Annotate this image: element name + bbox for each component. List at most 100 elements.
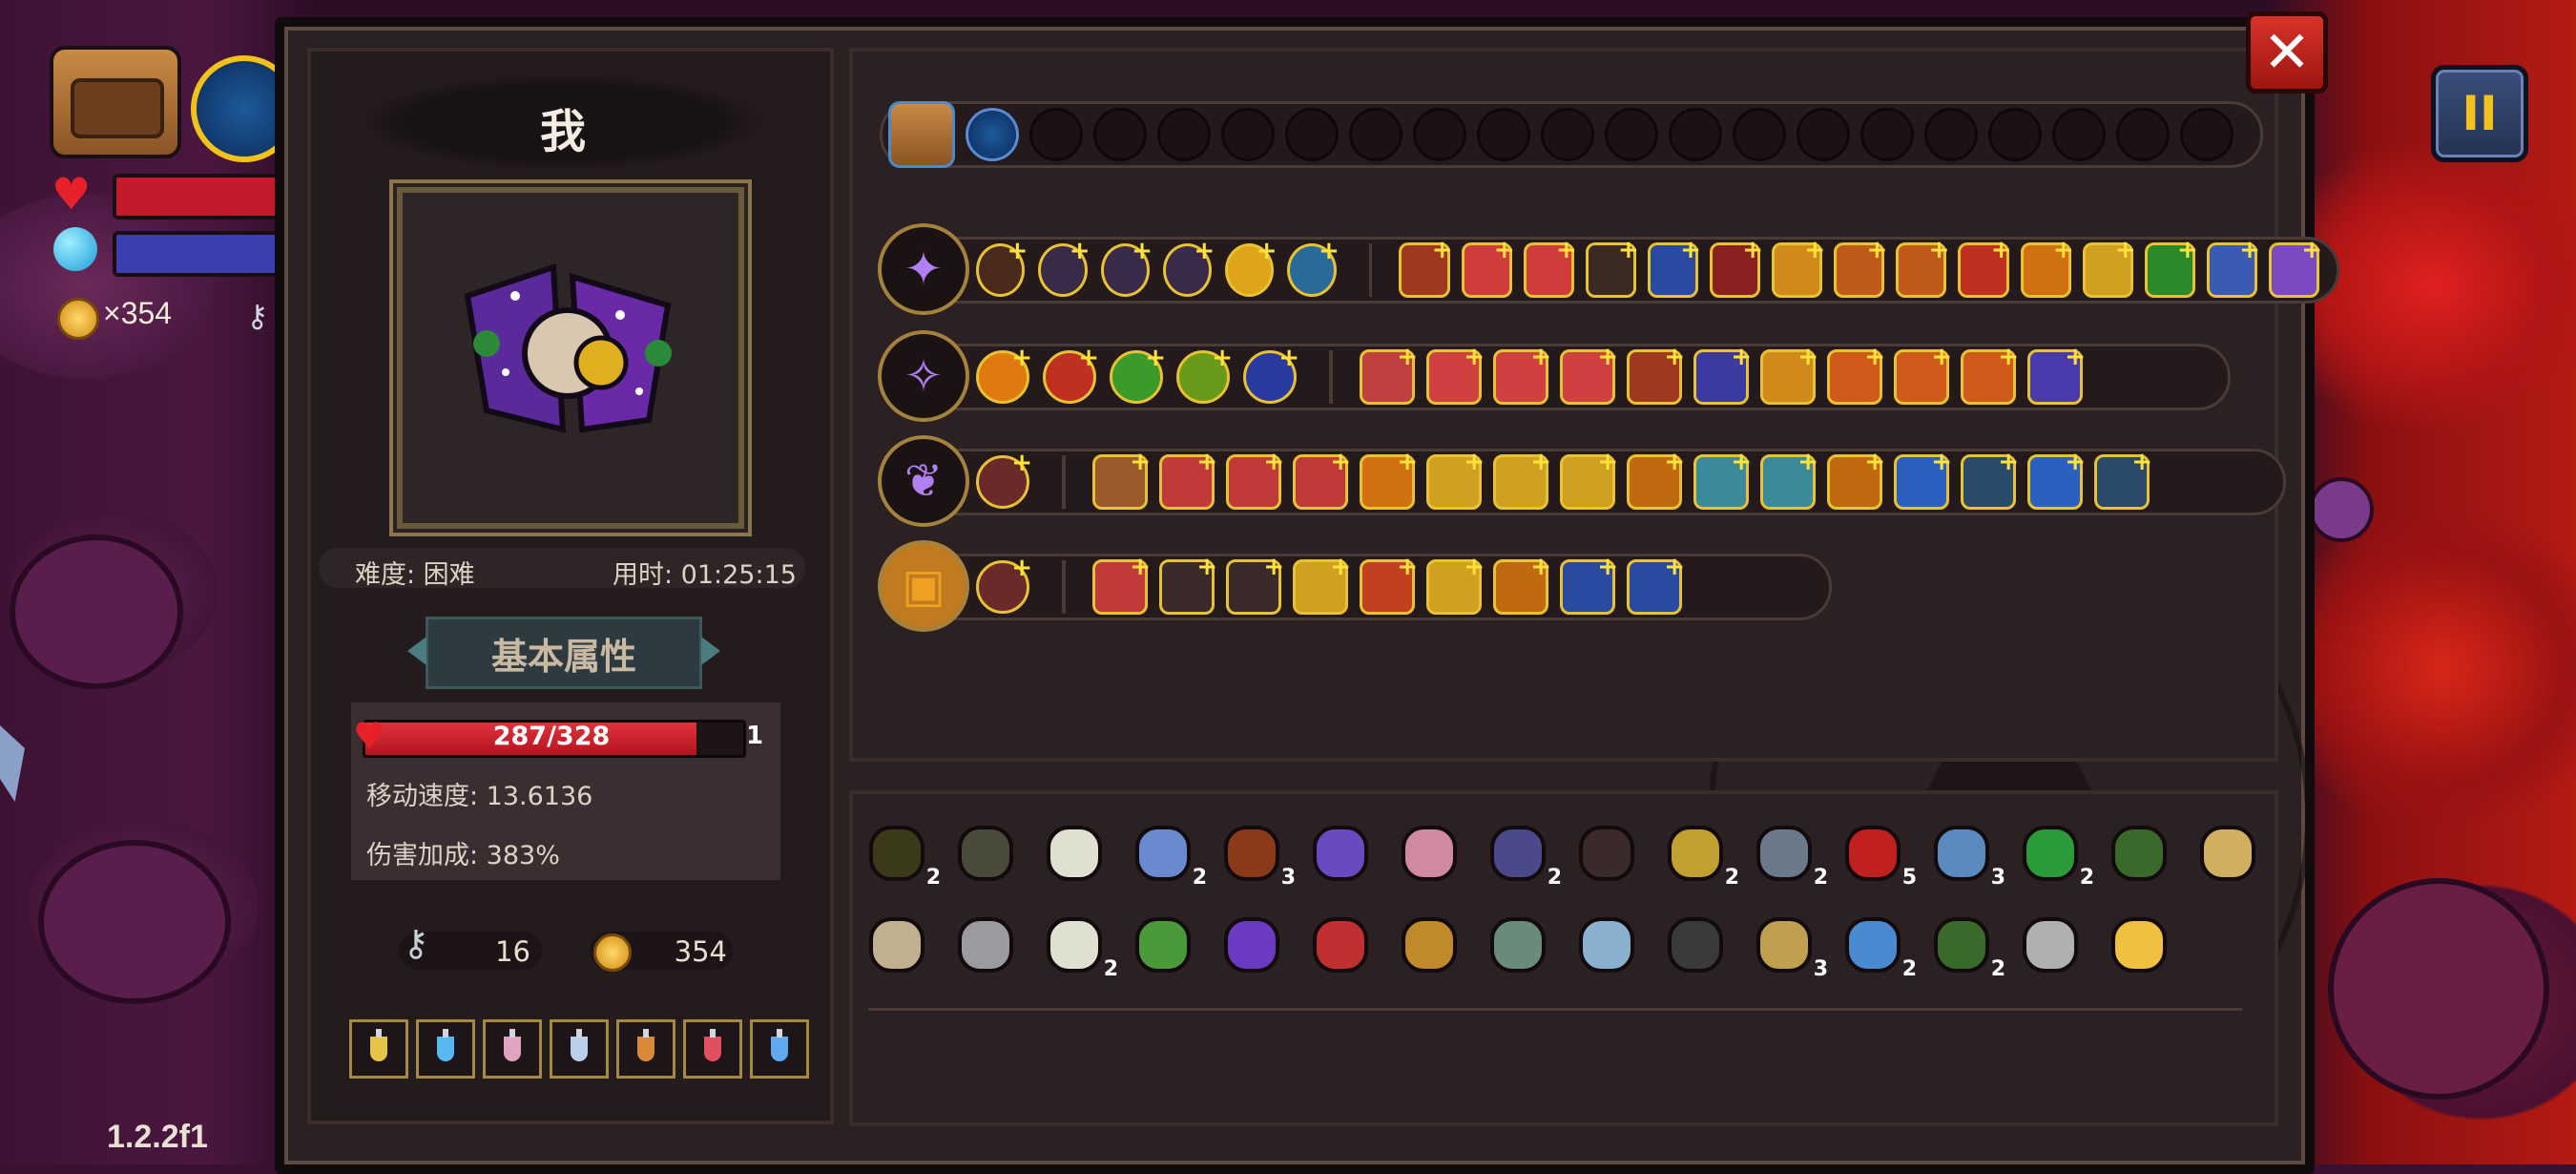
spell-icon[interactable] — [2027, 448, 2086, 510]
bubble-ring-icon[interactable]: 2 — [1842, 914, 1917, 981]
spellbook-icon[interactable]: ▣ — [878, 540, 969, 632]
empty-quick-slot[interactable] — [1860, 108, 1914, 161]
spell-icon[interactable] — [1360, 553, 1418, 615]
spell-modifier-icon[interactable] — [1287, 237, 1340, 297]
empty-quick-slot[interactable] — [1221, 108, 1275, 161]
pause-button[interactable]: II — [2431, 65, 2528, 162]
spell-icon[interactable] — [1961, 343, 2019, 405]
empty-quick-slot[interactable] — [1349, 108, 1402, 161]
potion-slot[interactable] — [349, 1019, 408, 1079]
empty-quick-slot[interactable] — [2052, 108, 2106, 161]
compass-icon[interactable] — [1487, 914, 1548, 975]
crystal-icon[interactable] — [1310, 823, 1371, 884]
spell-icon[interactable] — [1426, 448, 1485, 510]
spell-icon[interactable] — [1560, 553, 1618, 615]
spell-modifier-icon[interactable] — [976, 344, 1032, 404]
spell-icon[interactable] — [1360, 343, 1418, 405]
spell-icon[interactable] — [1827, 343, 1885, 405]
tab-basic-attributes[interactable]: 基本属性 — [426, 617, 702, 689]
purple-staff-icon[interactable]: ✧ — [878, 330, 969, 422]
spell-icon[interactable] — [1493, 553, 1551, 615]
empty-quick-slot[interactable] — [1285, 108, 1339, 161]
leaf-icon[interactable] — [1132, 914, 1194, 975]
empty-quick-slot[interactable] — [1733, 108, 1786, 161]
gauntlet-icon[interactable]: 2 — [1487, 823, 1562, 890]
brain-icon[interactable] — [1399, 823, 1460, 884]
empty-quick-slot[interactable] — [1797, 108, 1850, 161]
feather-staff-icon[interactable]: ❦ — [878, 435, 969, 527]
spell-icon[interactable] — [1426, 343, 1485, 405]
spell-modifier-icon[interactable] — [976, 237, 1028, 297]
spell-modifier-icon[interactable] — [1043, 344, 1099, 404]
dice-icon[interactable]: 2 — [1665, 823, 1739, 890]
spell-modifier-icon[interactable] — [1225, 237, 1278, 297]
spell-icon[interactable] — [1461, 236, 1515, 298]
rock-icon[interactable]: 2 — [1754, 823, 1828, 890]
empty-quick-slot[interactable] — [2180, 108, 2233, 161]
boot-icon[interactable] — [2109, 823, 2170, 884]
spell-modifier-icon[interactable] — [1243, 344, 1299, 404]
crown-icon[interactable] — [955, 914, 1016, 975]
sausage-icon[interactable] — [1310, 914, 1371, 975]
spell-icon[interactable] — [2082, 236, 2136, 298]
wizard-hat-icon[interactable] — [1221, 914, 1282, 975]
spell-icon[interactable] — [1958, 236, 2012, 298]
spell-icon[interactable] — [1399, 236, 1453, 298]
empty-quick-slot[interactable] — [1413, 108, 1466, 161]
plague-mask-icon[interactable]: 2 — [866, 823, 941, 890]
bread-icon[interactable] — [2197, 823, 2258, 884]
pickaxe-icon[interactable] — [1399, 914, 1460, 975]
spell-icon[interactable] — [1092, 448, 1151, 510]
spell-icon[interactable] — [2206, 236, 2260, 298]
spell-modifier-icon[interactable] — [976, 554, 1032, 614]
empty-quick-slot[interactable] — [1669, 108, 1722, 161]
close-button[interactable]: ✕ — [2246, 11, 2328, 94]
spell-icon[interactable] — [2094, 448, 2152, 510]
green-cloth-icon[interactable]: 2 — [1931, 914, 2005, 981]
mirror-icon[interactable]: 2 — [1132, 823, 1207, 890]
spell-icon[interactable] — [2027, 343, 2086, 405]
worm-icon[interactable] — [1665, 914, 1726, 975]
empty-quick-slot[interactable] — [1093, 108, 1147, 161]
spell-icon[interactable] — [1961, 448, 2019, 510]
empty-quick-slot[interactable] — [1924, 108, 1978, 161]
potion-slot[interactable] — [750, 1019, 809, 1079]
spell-icon[interactable] — [1426, 553, 1485, 615]
empty-quick-slot[interactable] — [1541, 108, 1594, 161]
potion-slot[interactable] — [483, 1019, 542, 1079]
spell-icon[interactable] — [1159, 553, 1217, 615]
vortex-icon[interactable] — [966, 108, 1019, 161]
spell-icon[interactable] — [2268, 236, 2322, 298]
empty-quick-slot[interactable] — [1605, 108, 1658, 161]
dark-staff-icon[interactable]: ✦ — [878, 223, 969, 315]
spell-icon[interactable] — [1772, 236, 1825, 298]
spell-icon[interactable] — [1827, 448, 1885, 510]
spell-icon[interactable] — [1493, 343, 1551, 405]
bracelet-icon[interactable] — [955, 823, 1016, 884]
wrench-icon[interactable] — [1576, 914, 1637, 975]
empty-quick-slot[interactable] — [2116, 108, 2170, 161]
potion-slot[interactable] — [416, 1019, 475, 1079]
spell-icon[interactable] — [1560, 343, 1618, 405]
spell-modifier-icon[interactable] — [976, 449, 1032, 509]
clover-icon[interactable]: 2 — [2020, 823, 2094, 890]
spell-modifier-icon[interactable] — [1110, 344, 1166, 404]
spell-icon[interactable] — [1760, 448, 1818, 510]
inventory-chest-icon[interactable] — [50, 46, 181, 158]
empty-quick-slot[interactable] — [1477, 108, 1530, 161]
spell-icon[interactable] — [1226, 448, 1284, 510]
spell-icon[interactable] — [1693, 343, 1752, 405]
potion-slot[interactable] — [616, 1019, 675, 1079]
spell-icon[interactable] — [1226, 553, 1284, 615]
empty-quick-slot[interactable] — [1029, 108, 1083, 161]
spell-modifier-icon[interactable] — [1176, 344, 1233, 404]
magnifier-icon[interactable]: 3 — [1931, 823, 2005, 890]
candy-corn-icon[interactable] — [2109, 914, 2170, 975]
spell-icon[interactable] — [1896, 236, 1950, 298]
sword-icon[interactable]: 3 — [1754, 914, 1828, 981]
spell-icon[interactable] — [2020, 236, 2074, 298]
potion-slot[interactable] — [683, 1019, 742, 1079]
spell-icon[interactable] — [1760, 343, 1818, 405]
spell-icon[interactable] — [1159, 448, 1217, 510]
spell-icon[interactable] — [2144, 236, 2198, 298]
